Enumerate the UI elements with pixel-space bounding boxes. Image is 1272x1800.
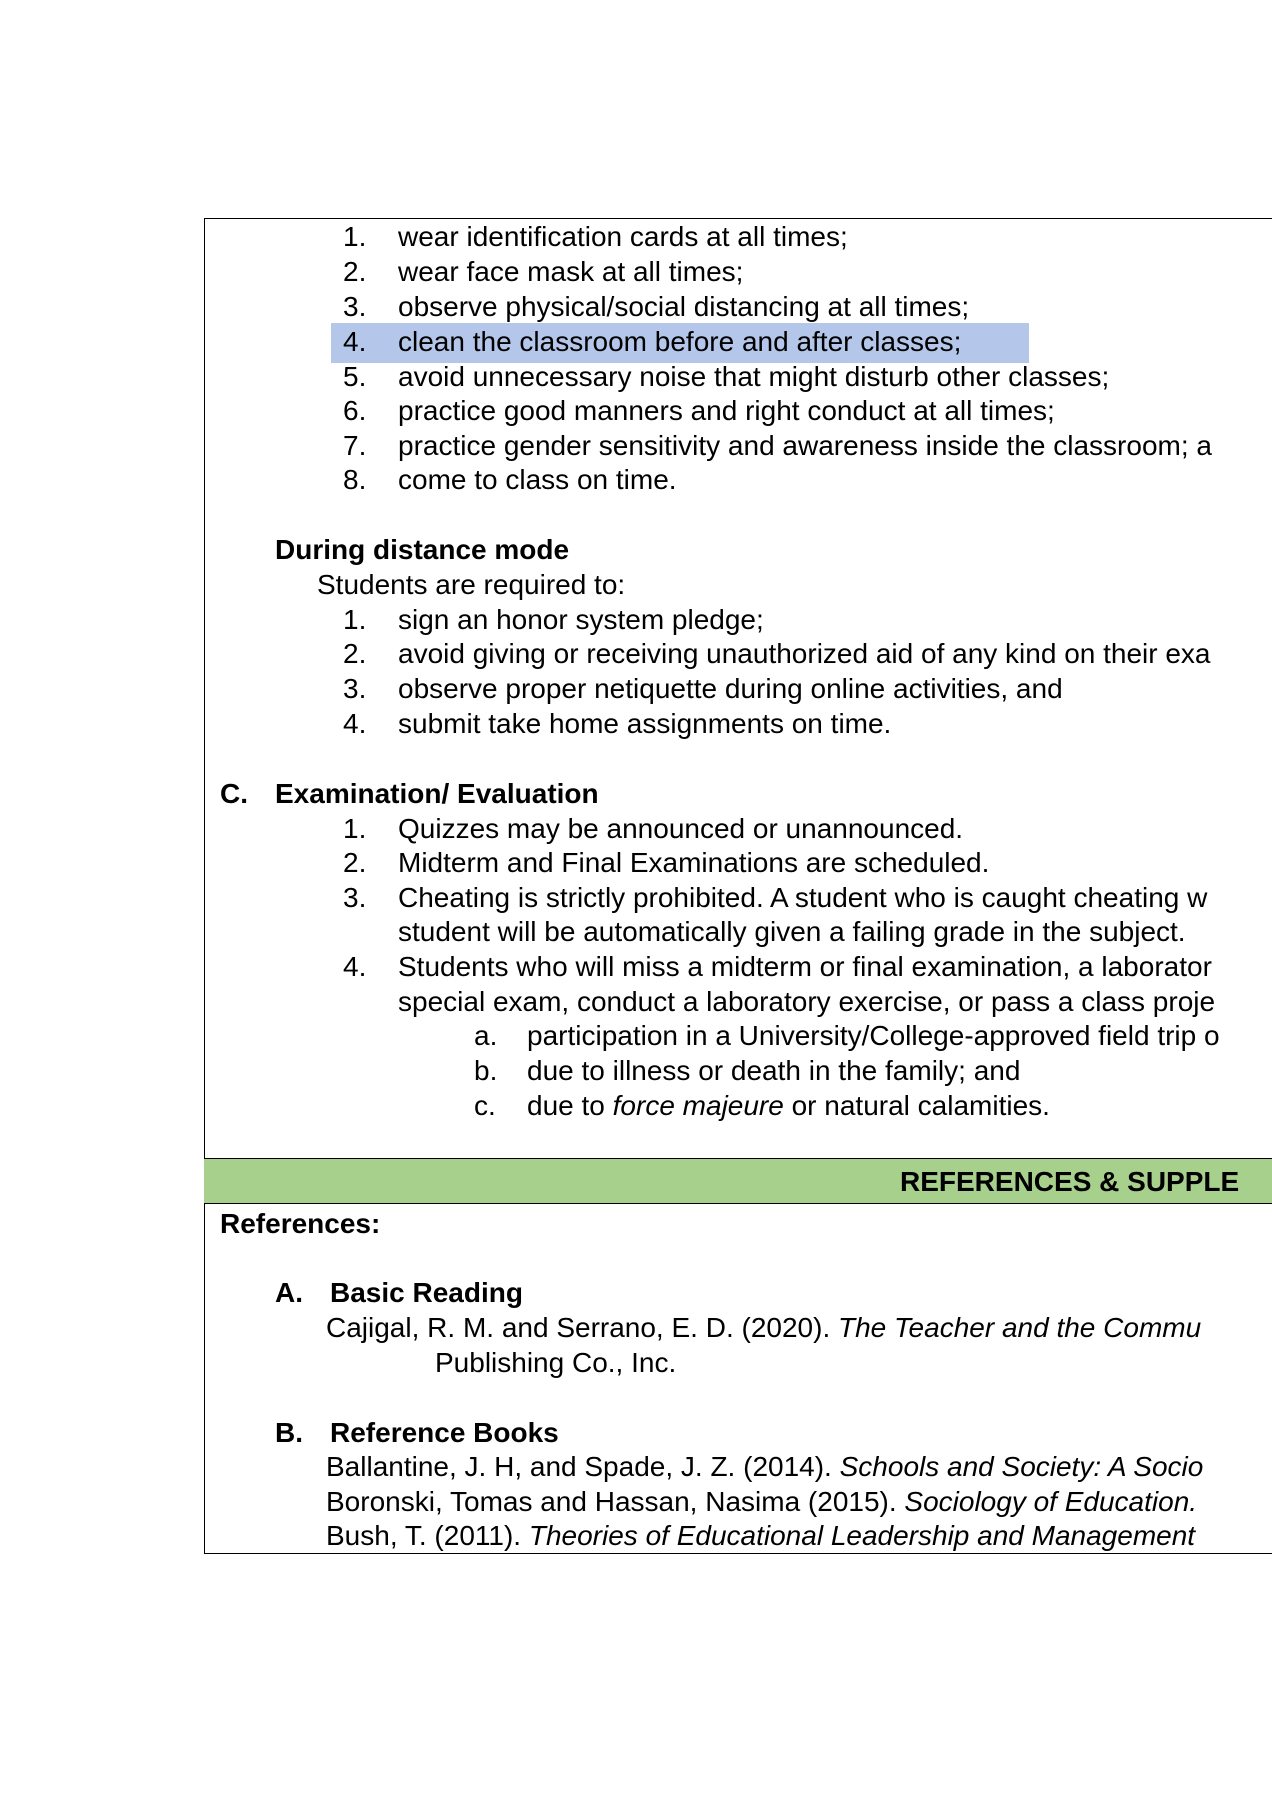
list-item: observe proper netiquette during online …: [398, 673, 1063, 704]
list-number: 2.: [343, 847, 367, 878]
list-number: 8.: [343, 464, 367, 495]
list-item: sign an honor system pledge;: [398, 604, 764, 635]
list-item: wear identification cards at all times;: [398, 221, 848, 252]
reference-entry: Boronski, Tomas and Hassan, Nasima (2015…: [326, 1486, 1198, 1517]
reference-entry: Bush, T. (2011). Theories of Educational…: [326, 1520, 1196, 1551]
list-item: Quizzes may be announced or unannounced.: [398, 813, 964, 844]
list-item: observe physical/social distancing at al…: [398, 291, 970, 322]
section-letter: C.: [220, 778, 248, 809]
section-heading: Basic Reading: [330, 1277, 523, 1308]
list-number: 1.: [343, 604, 367, 635]
reference-entry-continuation: Publishing Co., Inc.: [435, 1347, 677, 1378]
document-page: 1. wear identification cards at all time…: [0, 0, 1272, 1800]
sublist-letter: c.: [474, 1090, 496, 1121]
list-item-selected[interactable]: clean the classroom before and after cla…: [398, 325, 961, 359]
section-heading: Examination/ Evaluation: [275, 778, 599, 809]
list-number: 5.: [343, 361, 367, 392]
list-number: 1.: [343, 813, 367, 844]
sublist-item: due to illness or death in the family; a…: [527, 1055, 1021, 1086]
sublist-letter: a.: [474, 1020, 498, 1051]
list-number: 2.: [343, 256, 367, 287]
section-letter: B.: [275, 1417, 303, 1448]
list-number: 2.: [343, 638, 367, 669]
list-item: Students who will miss a midterm or fina…: [398, 951, 1212, 982]
list-number: 3.: [343, 882, 367, 913]
reference-entry: Ballantine, J. H, and Spade, J. Z. (2014…: [326, 1451, 1204, 1482]
list-number: 4.: [343, 326, 367, 357]
reference-entry: Cajigal, R. M. and Serrano, E. D. (2020)…: [326, 1312, 1202, 1343]
sublist-item: participation in a University/College-ap…: [527, 1020, 1220, 1051]
list-item: submit take home assignments on time.: [398, 708, 892, 739]
list-number: 7.: [343, 430, 367, 461]
list-number: 4.: [343, 708, 367, 739]
list-item-continuation: special exam, conduct a laboratory exerc…: [398, 986, 1216, 1017]
list-number: 3.: [343, 291, 367, 322]
list-item: come to class on time.: [398, 464, 677, 495]
list-item-continuation: student will be automatically given a fa…: [398, 916, 1186, 947]
section-intro: Students are required to:: [317, 569, 626, 600]
list-item: Midterm and Final Examinations are sched…: [398, 847, 990, 878]
list-number: 3.: [343, 673, 367, 704]
list-item: Cheating is strictly prohibited. A stude…: [398, 882, 1208, 913]
list-item: wear face mask at all times;: [398, 256, 744, 287]
list-number: 1.: [343, 221, 367, 252]
sublist-item: due to force majeure or natural calamiti…: [527, 1090, 1050, 1121]
section-heading: Reference Books: [330, 1417, 559, 1448]
list-item: practice gender sensitivity and awarenes…: [398, 430, 1212, 461]
references-bar-title: REFERENCES & SUPPLE: [900, 1166, 1240, 1197]
list-number: 4.: [343, 951, 367, 982]
list-item: avoid giving or receiving unauthorized a…: [398, 638, 1211, 669]
list-item: avoid unnecessary noise that might distu…: [398, 361, 1110, 392]
list-number: 6.: [343, 395, 367, 426]
references-label: References:: [220, 1208, 381, 1239]
section-letter: A.: [275, 1277, 303, 1308]
section-heading: During distance mode: [275, 534, 570, 565]
sublist-letter: b.: [474, 1055, 498, 1086]
list-item: practice good manners and right conduct …: [398, 395, 1055, 426]
